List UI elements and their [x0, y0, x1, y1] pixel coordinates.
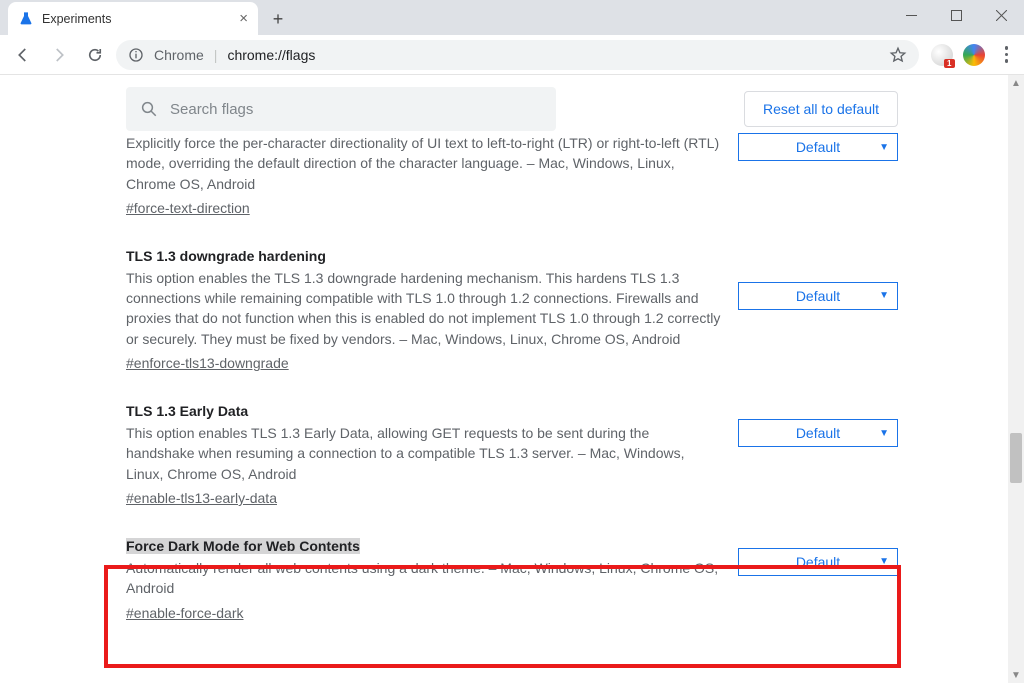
flag-description: This option enables the TLS 1.3 downgrad… — [126, 268, 721, 349]
bookmark-star-icon[interactable] — [889, 46, 907, 64]
flag-anchor-link[interactable]: #enable-force-dark — [126, 605, 244, 621]
flag-anchor-link[interactable]: #enable-tls13-early-data — [126, 490, 277, 506]
back-button[interactable] — [8, 40, 38, 70]
maximize-button[interactable] — [934, 0, 979, 30]
scrollbar-track[interactable]: ▲ ▼ — [1008, 75, 1024, 683]
flag-title: TLS 1.3 Early Data — [126, 403, 721, 419]
page-content: Search flags Reset all to default Force … — [0, 75, 1024, 683]
flag-tls13-downgrade: TLS 1.3 downgrade hardening This option … — [126, 234, 898, 389]
flag-description: This option enables TLS 1.3 Early Data, … — [126, 423, 721, 484]
flask-icon — [18, 11, 34, 27]
toolbar: Chrome | chrome://flags — [0, 35, 1024, 75]
scrollbar-thumb[interactable] — [1010, 433, 1022, 483]
omnibox-url: chrome://flags — [227, 47, 315, 63]
search-icon — [140, 100, 158, 118]
flag-dropdown[interactable]: Default — [738, 282, 898, 310]
search-flags-input[interactable]: Search flags — [126, 87, 556, 131]
omnibox-chrome-label: Chrome — [154, 47, 204, 63]
flag-force-dark-mode: Force Dark Mode for Web Contents Automat… — [126, 524, 898, 639]
address-bar[interactable]: Chrome | chrome://flags — [116, 40, 919, 70]
flag-dropdown[interactable]: Default — [738, 133, 898, 161]
flag-anchor-link[interactable]: #enforce-tls13-downgrade — [126, 355, 289, 371]
new-tab-button[interactable]: + — [264, 5, 292, 33]
flag-title: TLS 1.3 downgrade hardening — [126, 248, 721, 264]
browser-tab[interactable]: Experiments × — [8, 2, 258, 35]
flag-description: Automatically render all web contents us… — [126, 558, 721, 599]
flags-header: Search flags Reset all to default — [18, 75, 1006, 135]
flags-list: Force text direction Explicitly force th… — [18, 129, 1006, 639]
reset-all-button[interactable]: Reset all to default — [744, 91, 898, 127]
flag-title: Force Dark Mode for Web Contents — [126, 538, 721, 554]
flag-description: Explicitly force the per-character direc… — [126, 133, 721, 194]
extensions-area — [925, 44, 991, 66]
chrome-menu-button[interactable] — [997, 46, 1017, 63]
tab-title: Experiments — [42, 12, 231, 26]
close-window-button[interactable] — [979, 0, 1024, 30]
flag-dropdown[interactable]: Default — [738, 419, 898, 447]
minimize-button[interactable] — [889, 0, 934, 30]
scroll-down-arrow[interactable]: ▼ — [1008, 667, 1024, 683]
window-controls — [889, 0, 1024, 30]
flag-tls13-early-data: TLS 1.3 Early Data This option enables T… — [126, 389, 898, 524]
close-tab-icon[interactable]: × — [239, 10, 248, 27]
flag-force-text-direction: Force text direction Explicitly force th… — [126, 129, 898, 234]
reload-button[interactable] — [80, 40, 110, 70]
search-placeholder: Search flags — [170, 101, 253, 118]
extension-icon-1[interactable] — [931, 44, 953, 66]
site-info-icon[interactable] — [128, 47, 144, 63]
omnibox-separator: | — [214, 47, 218, 63]
forward-button[interactable] — [44, 40, 74, 70]
profile-avatar-icon[interactable] — [963, 44, 985, 66]
tab-strip: Experiments × + — [0, 0, 1024, 35]
scroll-up-arrow[interactable]: ▲ — [1008, 75, 1024, 91]
flag-anchor-link[interactable]: #force-text-direction — [126, 200, 250, 216]
flag-dropdown[interactable]: Default — [738, 548, 898, 576]
